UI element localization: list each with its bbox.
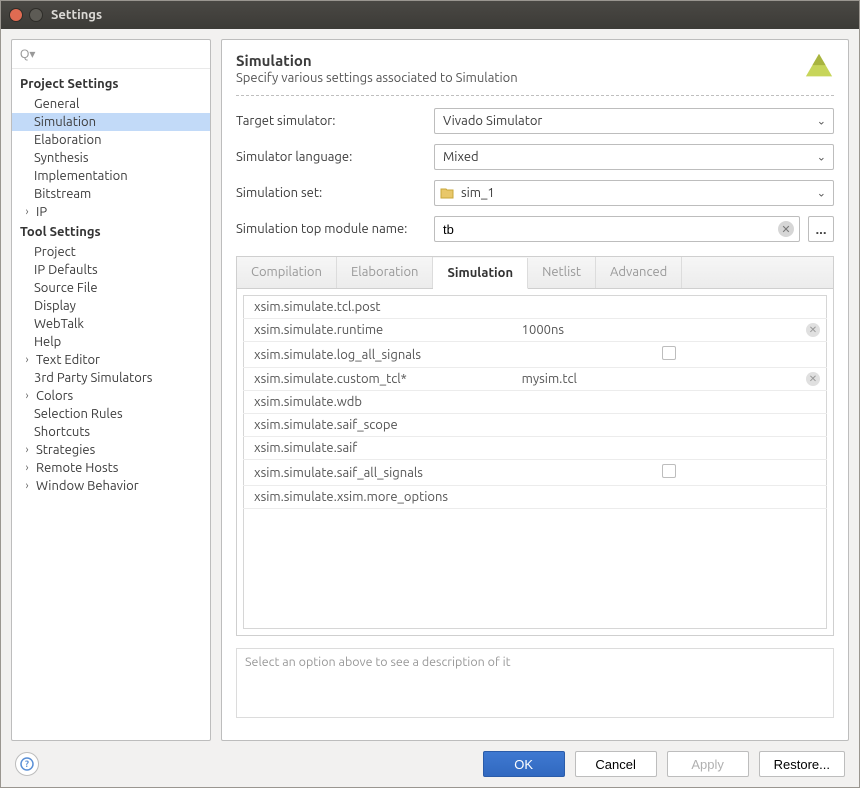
sidebar-item-synthesis[interactable]: Synthesis xyxy=(12,149,210,167)
sidebar-item-simulation[interactable]: Simulation xyxy=(12,113,210,131)
chevron-right-icon: › xyxy=(22,444,32,456)
window-controls xyxy=(9,8,43,22)
sidebar-item-general[interactable]: General xyxy=(12,95,210,113)
target-simulator-select[interactable]: Vivado Simulator xyxy=(434,108,834,134)
tab-netlist[interactable]: Netlist xyxy=(528,257,596,288)
sidebar-item-shortcuts[interactable]: Shortcuts xyxy=(12,423,210,441)
label-top-module: Simulation top module name: xyxy=(236,222,426,236)
checkbox[interactable] xyxy=(662,346,676,360)
table-row[interactable]: xsim.simulate.wdb xyxy=(244,391,827,414)
settings-tree: Project Settings General Simulation Elab… xyxy=(12,69,210,740)
table-row[interactable]: xsim.simulate.tcl.post xyxy=(244,296,827,319)
sidebar-item-colors[interactable]: ›Colors xyxy=(12,387,210,405)
page-subtitle: Specify various settings associated to S… xyxy=(236,71,804,85)
help-icon: ? xyxy=(20,757,34,771)
label-target-simulator: Target simulator: xyxy=(236,114,426,128)
clear-icon[interactable]: ✕ xyxy=(806,372,820,386)
clear-icon[interactable]: ✕ xyxy=(806,323,820,337)
svg-text:?: ? xyxy=(25,759,29,769)
page-title: Simulation xyxy=(236,52,804,69)
table-row[interactable]: xsim.simulate.saif xyxy=(244,437,827,460)
restore-button[interactable]: Restore... xyxy=(759,751,845,777)
sidebar-item-display[interactable]: Display xyxy=(12,297,210,315)
simulation-form: Target simulator: Vivado Simulator ⌄ Sim… xyxy=(236,108,834,242)
sidebar-item-ip[interactable]: ›IP xyxy=(12,203,210,221)
label-simulation-set: Simulation set: xyxy=(236,186,426,200)
sidebar-item-elaboration[interactable]: Elaboration xyxy=(12,131,210,149)
checkbox[interactable] xyxy=(662,464,676,478)
tab-elaboration[interactable]: Elaboration xyxy=(337,257,434,288)
help-button[interactable]: ? xyxy=(15,752,39,776)
description-panel: Select an option above to see a descript… xyxy=(236,648,834,718)
sidebar-item-help[interactable]: Help xyxy=(12,333,210,351)
top-module-input[interactable] xyxy=(434,216,800,242)
group-project-settings: Project Settings xyxy=(12,73,210,95)
browse-button[interactable]: ... xyxy=(808,216,834,242)
dialog-footer: ? OK Cancel Apply Restore... xyxy=(1,741,859,787)
table-row[interactable]: xsim.simulate.log_all_signals xyxy=(244,342,827,368)
properties-table: xsim.simulate.tcl.post xsim.simulate.run… xyxy=(243,295,827,629)
minimize-icon[interactable] xyxy=(29,8,43,22)
content-panel: Simulation Specify various settings asso… xyxy=(221,39,849,741)
titlebar: Settings xyxy=(1,1,859,29)
simulation-set-select[interactable]: sim_1 xyxy=(434,180,834,206)
close-icon[interactable] xyxy=(9,8,23,22)
tab-advanced[interactable]: Advanced xyxy=(596,257,682,288)
search-input[interactable] xyxy=(18,44,204,64)
chevron-right-icon: › xyxy=(22,462,32,474)
sidebar-item-text-editor[interactable]: ›Text Editor xyxy=(12,351,210,369)
clear-icon[interactable]: ✕ xyxy=(778,221,794,237)
search-row xyxy=(12,40,210,69)
sidebar-item-window-behavior[interactable]: ›Window Behavior xyxy=(12,477,210,495)
sidebar-item-ip-defaults[interactable]: IP Defaults xyxy=(12,261,210,279)
tab-simulation[interactable]: Simulation xyxy=(433,258,528,289)
content-header: Simulation Specify various settings asso… xyxy=(236,52,834,85)
table-row[interactable]: xsim.simulate.saif_scope xyxy=(244,414,827,437)
sidebar-item-project[interactable]: Project xyxy=(12,243,210,261)
cancel-button[interactable]: Cancel xyxy=(575,751,657,777)
ok-button[interactable]: OK xyxy=(483,751,565,777)
tabs: Compilation Elaboration Simulation Netli… xyxy=(237,257,833,289)
apply-button[interactable]: Apply xyxy=(667,751,749,777)
chevron-right-icon: › xyxy=(22,390,32,402)
table-row[interactable]: xsim.simulate.custom_tcl*mysim.tcl✕ xyxy=(244,368,827,391)
tab-compilation[interactable]: Compilation xyxy=(237,257,337,288)
window-title: Settings xyxy=(51,8,102,22)
divider xyxy=(236,95,834,96)
description-hint: Select an option above to see a descript… xyxy=(245,655,511,669)
simulator-language-select[interactable]: Mixed xyxy=(434,144,834,170)
properties-box: Compilation Elaboration Simulation Netli… xyxy=(236,256,834,636)
sidebar-item-strategies[interactable]: ›Strategies xyxy=(12,441,210,459)
sidebar-item-remote-hosts[interactable]: ›Remote Hosts xyxy=(12,459,210,477)
sidebar-item-implementation[interactable]: Implementation xyxy=(12,167,210,185)
table-row[interactable]: xsim.simulate.xsim.more_options xyxy=(244,486,827,509)
chevron-right-icon: › xyxy=(22,354,32,366)
sidebar-item-selection-rules[interactable]: Selection Rules xyxy=(12,405,210,423)
chevron-right-icon: › xyxy=(22,480,32,492)
table-row[interactable]: xsim.simulate.saif_all_signals xyxy=(244,460,827,486)
vivado-logo-icon xyxy=(804,52,834,82)
settings-sidebar: Project Settings General Simulation Elab… xyxy=(11,39,211,741)
settings-window: Settings Project Settings General Simula… xyxy=(0,0,860,788)
sidebar-item-source-file[interactable]: Source File xyxy=(12,279,210,297)
group-tool-settings: Tool Settings xyxy=(12,221,210,243)
sidebar-item-bitstream[interactable]: Bitstream xyxy=(12,185,210,203)
sidebar-item-webtalk[interactable]: WebTalk xyxy=(12,315,210,333)
label-simulator-language: Simulator language: xyxy=(236,150,426,164)
table-row[interactable]: xsim.simulate.runtime1000ns✕ xyxy=(244,319,827,342)
sidebar-item-3rd-party-simulators[interactable]: 3rd Party Simulators xyxy=(12,369,210,387)
chevron-right-icon: › xyxy=(22,206,32,218)
